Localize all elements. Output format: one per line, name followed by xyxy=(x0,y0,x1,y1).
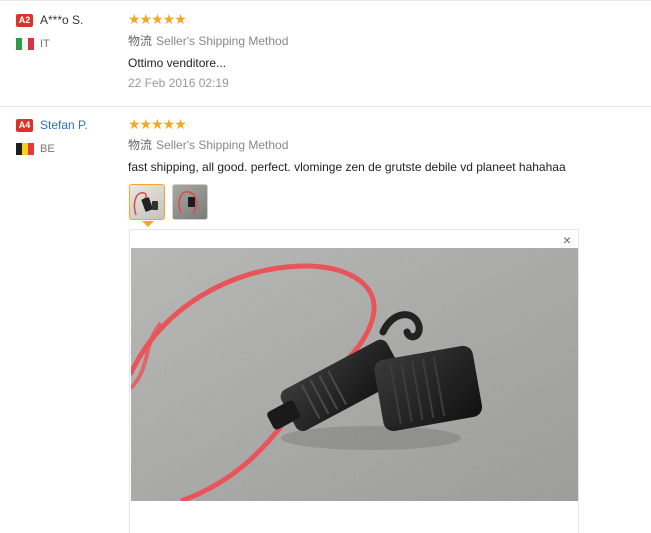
stars-icon: ★★★★★ xyxy=(128,11,187,27)
shipping-method-cn: 物流 xyxy=(128,138,153,152)
reviewer-name: A***o S. xyxy=(40,13,84,27)
country-code: IT xyxy=(40,38,50,50)
country-code: BE xyxy=(40,143,55,155)
shipping-method: 物流 Seller's Shipping Method xyxy=(128,138,288,152)
photo-viewer: × xyxy=(129,229,579,533)
close-icon[interactable]: × xyxy=(563,233,571,247)
fuse-holder-thumbnail-icon xyxy=(178,191,198,214)
star-rating: ★★★★★· xyxy=(128,116,188,132)
review-text: Ottimo venditore... xyxy=(128,56,227,70)
reviewer-name[interactable]: Stefan P. xyxy=(40,118,88,132)
review-item: A2 A***o S. IT ★★★★★· 物流 Seller's Shippin… xyxy=(0,0,651,107)
review-item: A4 Stefan P. BE ★★★★★· 物流 Seller's Shippi… xyxy=(0,107,651,533)
shipping-method-cn: 物流 xyxy=(128,34,153,48)
buyer-level-badge: A2 xyxy=(16,14,33,27)
review-photo-thumbnail[interactable] xyxy=(172,184,208,220)
star-rating: ★★★★★· xyxy=(128,11,188,27)
selected-thumbnail-caret xyxy=(142,221,154,227)
belgium-flag-icon xyxy=(16,143,34,155)
review-text: fast shipping, all good. perfect. vlomin… xyxy=(128,160,566,174)
fuse-holder-thumbnail-icon xyxy=(133,192,158,216)
shipping-method-text: Seller's Shipping Method xyxy=(156,34,289,48)
review-photo xyxy=(131,248,578,501)
italy-flag-icon xyxy=(16,38,34,50)
review-date: 22 Feb 2016 02:19 xyxy=(128,76,229,90)
fuse-holder-photo-image xyxy=(131,248,578,501)
review-photo-thumbnail[interactable] xyxy=(129,184,165,220)
stars-icon: ★★★★★ xyxy=(128,116,187,132)
shipping-method: 物流 Seller's Shipping Method xyxy=(128,34,288,48)
buyer-level-badge: A4 xyxy=(16,119,33,132)
shipping-method-text: Seller's Shipping Method xyxy=(156,138,289,152)
